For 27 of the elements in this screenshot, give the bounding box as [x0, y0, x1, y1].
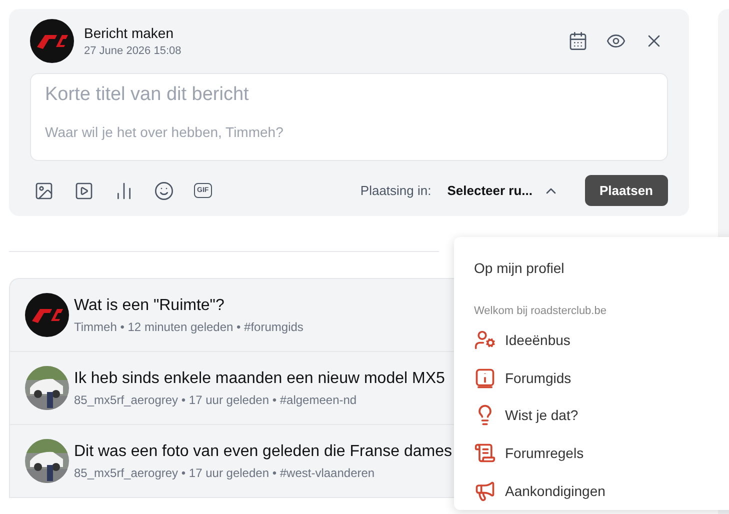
dropdown-option[interactable]: Ideeënbus — [505, 332, 570, 348]
post-meta: 85_mx5rf_aerogrey • 17 uur geleden • #west-vlaanderen — [74, 466, 376, 480]
post-title[interactable]: Dit was een foto van even geleden die Franse dames — [74, 442, 452, 460]
composer-date: 27 June 2026 15:08 — [84, 45, 182, 57]
post-title[interactable]: Ik heb sinds enkele maanden een nieuw model MX5 — [74, 370, 445, 388]
post-title[interactable]: Wat is een "Ruimte"? — [74, 296, 304, 314]
dropdown-option[interactable]: Forumgids — [505, 370, 572, 386]
logo-avatar — [30, 19, 74, 63]
post-meta: 85_mx5rf_aerogrey • 17 uur geleden • #algemeen-nd — [74, 392, 358, 406]
logo-avatar — [25, 293, 69, 337]
section-header: Welkom bij roadsterclub.be — [474, 304, 608, 317]
placement-select[interactable]: Selecteer ru... — [443, 182, 573, 198]
dropdown-option[interactable]: Wist je dat? — [505, 407, 578, 424]
scroll-icon — [474, 442, 496, 464]
dropdown-option[interactable]: Forumregels — [505, 445, 584, 462]
title-input[interactable]: Korte titel van dit bericht — [45, 84, 653, 106]
dropdown-option[interactable]: Aankondigingen — [505, 483, 606, 500]
post-button[interactable]: Plaatsen — [584, 175, 668, 206]
editor-field[interactable]: Korte titel van dit bericht Waar wil je het over hebben, Timmeh? — [30, 73, 668, 161]
body-input[interactable]: Waar wil je het over hebben, Timmeh? — [45, 124, 653, 140]
dropdown-option[interactable]: Op mijn profiel — [474, 249, 729, 287]
person-gear-icon — [474, 328, 496, 351]
placement-label: Plaatsing in: — [360, 183, 432, 198]
info-icon — [474, 366, 496, 389]
composer-title: Bericht maken — [84, 25, 174, 41]
megaphone-icon — [474, 480, 496, 502]
post-meta: Timmeh • 12 minuten geleden • #forumgids — [74, 320, 304, 334]
